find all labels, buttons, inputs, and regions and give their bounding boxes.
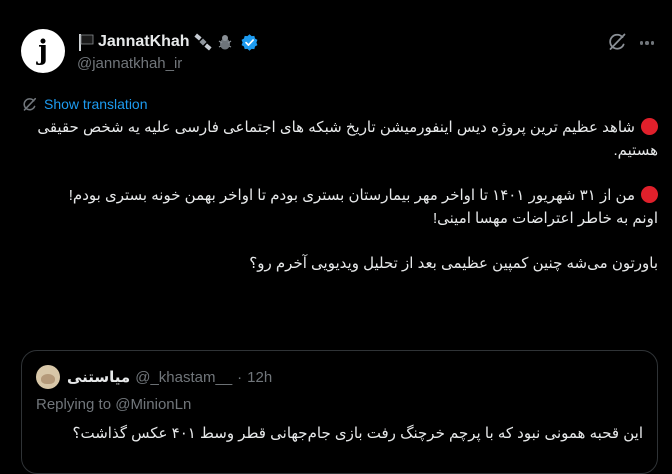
tweet-paragraph-1: شاهد عظیم ترین پروژه دیس اینفورمیشن تاری… (37, 119, 658, 159)
more-options-icon[interactable] (636, 32, 658, 54)
show-translation-link[interactable]: Show translation (21, 94, 148, 114)
quote-display-name[interactable]: میاستنی (67, 368, 130, 386)
satellite-icon (193, 33, 212, 51)
black-flag-icon (79, 34, 94, 51)
author-avatar[interactable]: j (21, 29, 65, 73)
bug-icon (218, 35, 231, 50)
tweet-paragraph-4: باورتون می‌شه چنین کمپین عظیمی بعد از تح… (249, 255, 658, 272)
quote-separator: · (237, 368, 243, 386)
tweet-text: شاهد عظیم ترین پروژه دیس اینفورمیشن تاری… (34, 117, 658, 276)
red-circle-icon (641, 118, 658, 135)
quote-replying-to[interactable]: Replying to @MinionLn (36, 396, 191, 413)
author-handle[interactable]: @jannatkhah_ir (77, 55, 182, 72)
quote-author-avatar[interactable] (36, 365, 60, 389)
quote-handle[interactable]: @_khastam__ (135, 369, 232, 386)
quote-text: این قحبه همونی نبود که با پرچم خرچنگ رفت… (72, 425, 643, 442)
tweet-paragraph-3: اونم به خاطر اعتراضات مهسا امینی! (432, 209, 658, 227)
red-circle-icon (641, 186, 658, 203)
author-display-name[interactable]: JannatKhah (98, 33, 190, 51)
tweet-paragraph: شاهد عظیم ترین پروژه دیس اینفورمیشن تاری… (34, 117, 658, 162)
author-name-row[interactable]: JannatKhah (77, 31, 259, 53)
show-translation-label[interactable]: Show translation (44, 96, 148, 112)
avatar-letter: j (38, 34, 48, 66)
tweet-paragraph: من از ۳۱ شهریور ۱۴۰۱ تا اواخر مهر بیمارس… (34, 185, 658, 208)
quote-timestamp[interactable]: 12h (247, 369, 272, 386)
quote-header: میاستنی @_khastam__ · 12h (36, 365, 272, 389)
grok-translate-icon (23, 97, 37, 111)
grok-icon[interactable] (606, 31, 628, 53)
tweet-paragraph-2: من از ۳۱ شهریور ۱۴۰۱ تا اواخر مهر بیمارس… (68, 187, 635, 204)
verified-badge-icon[interactable] (240, 33, 259, 52)
quoted-tweet-card[interactable]: میاستنی @_khastam__ · 12h Replying to @M… (21, 350, 658, 474)
